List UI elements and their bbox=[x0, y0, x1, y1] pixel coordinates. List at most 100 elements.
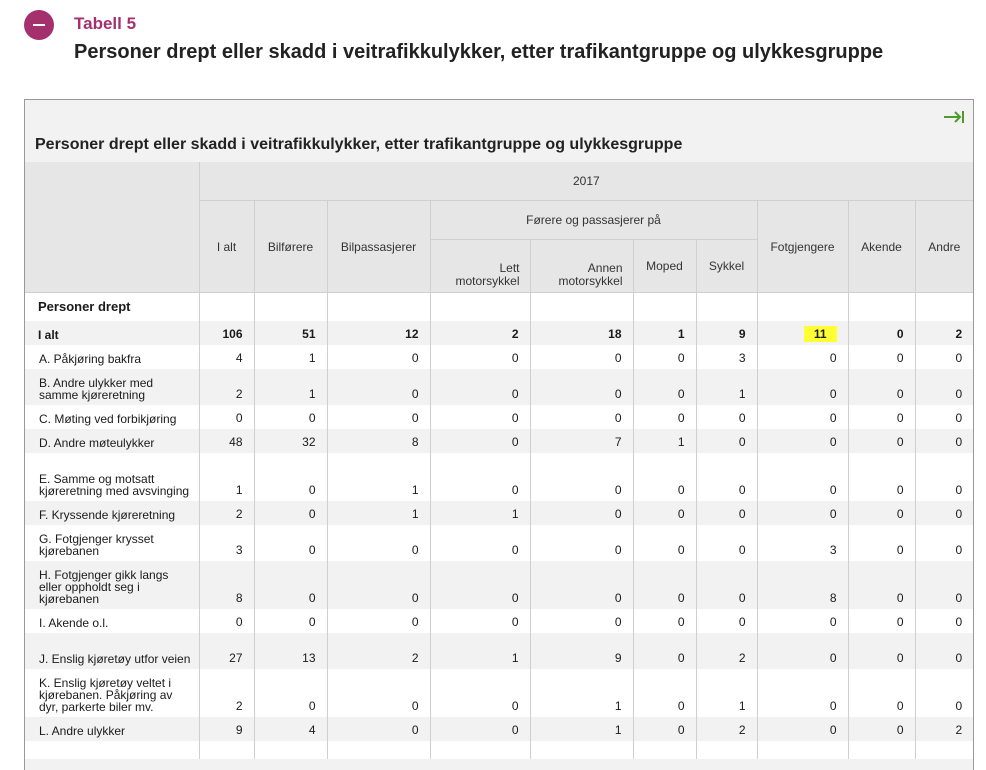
table-cell: 0 bbox=[429, 369, 531, 405]
table-cell: 2 bbox=[914, 717, 973, 741]
table-cell: 0 bbox=[914, 633, 973, 669]
table-row: G. Fotgjenger krysset kjørebanen 3 0 0 0 0 0 0 3… bbox=[25, 525, 973, 561]
table-cell: 4 bbox=[198, 345, 255, 369]
table-cell: 0 bbox=[847, 369, 916, 405]
table-cell: 0 bbox=[253, 525, 328, 561]
page-title: Personer drept eller skadd i veitrafikku… bbox=[74, 41, 884, 63]
table-cell: 3 bbox=[695, 345, 758, 369]
table-cell: 0 bbox=[632, 609, 697, 633]
table-cell: 0 bbox=[529, 405, 634, 429]
row-label: E. Samme og motsatt kjøreretning med avs… bbox=[25, 453, 200, 501]
table-row: D. Andre møteulykker 48 32 8 0 7 1 0 0 0 0 bbox=[25, 429, 973, 453]
col-header-annen-motorsykkel: Annen motorsykkel bbox=[529, 239, 634, 293]
table-cell: 0 bbox=[632, 453, 697, 501]
col-header-i-alt: I alt bbox=[198, 200, 255, 293]
table-cell: 0 bbox=[253, 609, 328, 633]
table-cell: 0 bbox=[695, 609, 758, 633]
col-header-bilpassasjerer: Bilpassasjerer bbox=[326, 200, 431, 293]
table-cell: 1 bbox=[632, 429, 697, 453]
table-cell: 1 bbox=[253, 369, 328, 405]
table-cell: 8 bbox=[756, 561, 849, 609]
table-cell: 0 bbox=[253, 453, 328, 501]
table-cell: 9 bbox=[695, 321, 758, 345]
minus-icon bbox=[33, 24, 45, 26]
row-label: D. Andre møteulykker bbox=[25, 429, 200, 453]
table-cell: 0 bbox=[914, 429, 973, 453]
table-cell: 106 bbox=[198, 321, 255, 345]
table-cell: 0 bbox=[429, 717, 531, 741]
table-cell: 0 bbox=[326, 345, 431, 369]
table-cell: 0 bbox=[914, 369, 973, 405]
row-label: A. Påkjøring bakfra bbox=[25, 345, 200, 369]
table-cell: 0 bbox=[756, 633, 849, 669]
table-cell: 0 bbox=[847, 345, 916, 369]
table-cell: 3 bbox=[756, 525, 849, 561]
table-cell: 0 bbox=[429, 345, 531, 369]
collapse-button[interactable] bbox=[24, 10, 54, 40]
table-cell: 0 bbox=[326, 717, 431, 741]
table-cell: 0 bbox=[914, 453, 973, 501]
col-header-moped: Moped bbox=[632, 239, 697, 293]
highlighted-value: 11 bbox=[803, 326, 837, 342]
table-cell: 0 bbox=[847, 429, 916, 453]
table-cell: 1 bbox=[326, 501, 431, 525]
table-cell: 0 bbox=[632, 501, 697, 525]
table-cell: 1 bbox=[695, 369, 758, 405]
arrow-right-to-bar-icon[interactable] bbox=[943, 108, 965, 126]
table-cell: 0 bbox=[326, 525, 431, 561]
table-cell: 48 bbox=[198, 429, 255, 453]
row-label: H. Fotgjenger gikk langs eller oppholdt … bbox=[25, 561, 200, 609]
table-cell: 0 bbox=[914, 501, 973, 525]
table-row: I. Akende o.l. 0 0 0 0 0 0 0 0 0 0 bbox=[25, 609, 973, 633]
table-cell: 0 bbox=[756, 501, 849, 525]
col-header-sykkel: Sykkel bbox=[695, 239, 758, 293]
row-label: K. Enslig kjøretøy veltet i kjørebanen. … bbox=[25, 669, 200, 717]
table-cell: 0 bbox=[429, 453, 531, 501]
table-cell: 0 bbox=[429, 525, 531, 561]
table-cell: 0 bbox=[756, 405, 849, 429]
table-cell: 1 bbox=[253, 345, 328, 369]
table-cell: 0 bbox=[529, 345, 634, 369]
table-cell: 0 bbox=[326, 609, 431, 633]
filler-row bbox=[25, 741, 973, 759]
table-cell: 0 bbox=[756, 717, 849, 741]
table-cell: 0 bbox=[756, 609, 849, 633]
table-cell: 1 bbox=[529, 717, 634, 741]
col-header-akende: Akende bbox=[847, 200, 916, 293]
table-number: Tabell 5 bbox=[74, 14, 137, 33]
table-cell: 0 bbox=[695, 501, 758, 525]
table-cell: 0 bbox=[632, 525, 697, 561]
row-label: G. Fotgjenger krysset kjørebanen bbox=[25, 525, 200, 561]
table-cell: 0 bbox=[695, 561, 758, 609]
table-cell: 0 bbox=[632, 669, 697, 717]
table-cell: 0 bbox=[756, 345, 849, 369]
table-cell: 0 bbox=[914, 669, 973, 717]
stub-header bbox=[25, 162, 200, 293]
table-cell: 0 bbox=[529, 369, 634, 405]
table-cell: 3 bbox=[198, 525, 255, 561]
group-header: Førere og passasjerer på bbox=[429, 200, 758, 240]
table-cell: 51 bbox=[253, 321, 328, 345]
table-cell: 18 bbox=[529, 321, 634, 345]
table-cell: 2 bbox=[198, 669, 255, 717]
table-cell: 0 bbox=[847, 321, 916, 345]
table-cell: 2 bbox=[198, 369, 255, 405]
table-cell: 12 bbox=[326, 321, 431, 345]
row-label: C. Møting ved forbikjøring bbox=[25, 405, 200, 429]
table-cell: 0 bbox=[632, 633, 697, 669]
table-row: C. Møting ved forbikjøring 0 0 0 0 0 0 0 0 0 0 bbox=[25, 405, 973, 429]
row-label: F. Kryssende kjøreretning bbox=[25, 501, 200, 525]
table-cell: 0 bbox=[429, 405, 531, 429]
table-cell: 0 bbox=[847, 669, 916, 717]
table-cell: 0 bbox=[632, 369, 697, 405]
table-cell: 0 bbox=[326, 405, 431, 429]
col-header-fotgjengere: Fotgjengere bbox=[756, 200, 849, 293]
table-cell: 0 bbox=[253, 561, 328, 609]
table-cell: 9 bbox=[529, 633, 634, 669]
table-cell: 0 bbox=[632, 345, 697, 369]
table-cell: 0 bbox=[198, 609, 255, 633]
col-header-lett-motorsykkel: Lett motorsykkel bbox=[429, 239, 531, 293]
table-cell: 0 bbox=[756, 669, 849, 717]
table-panel: Personer drept eller skadd i veitrafikku… bbox=[24, 99, 974, 770]
table-cell: 32 bbox=[253, 429, 328, 453]
